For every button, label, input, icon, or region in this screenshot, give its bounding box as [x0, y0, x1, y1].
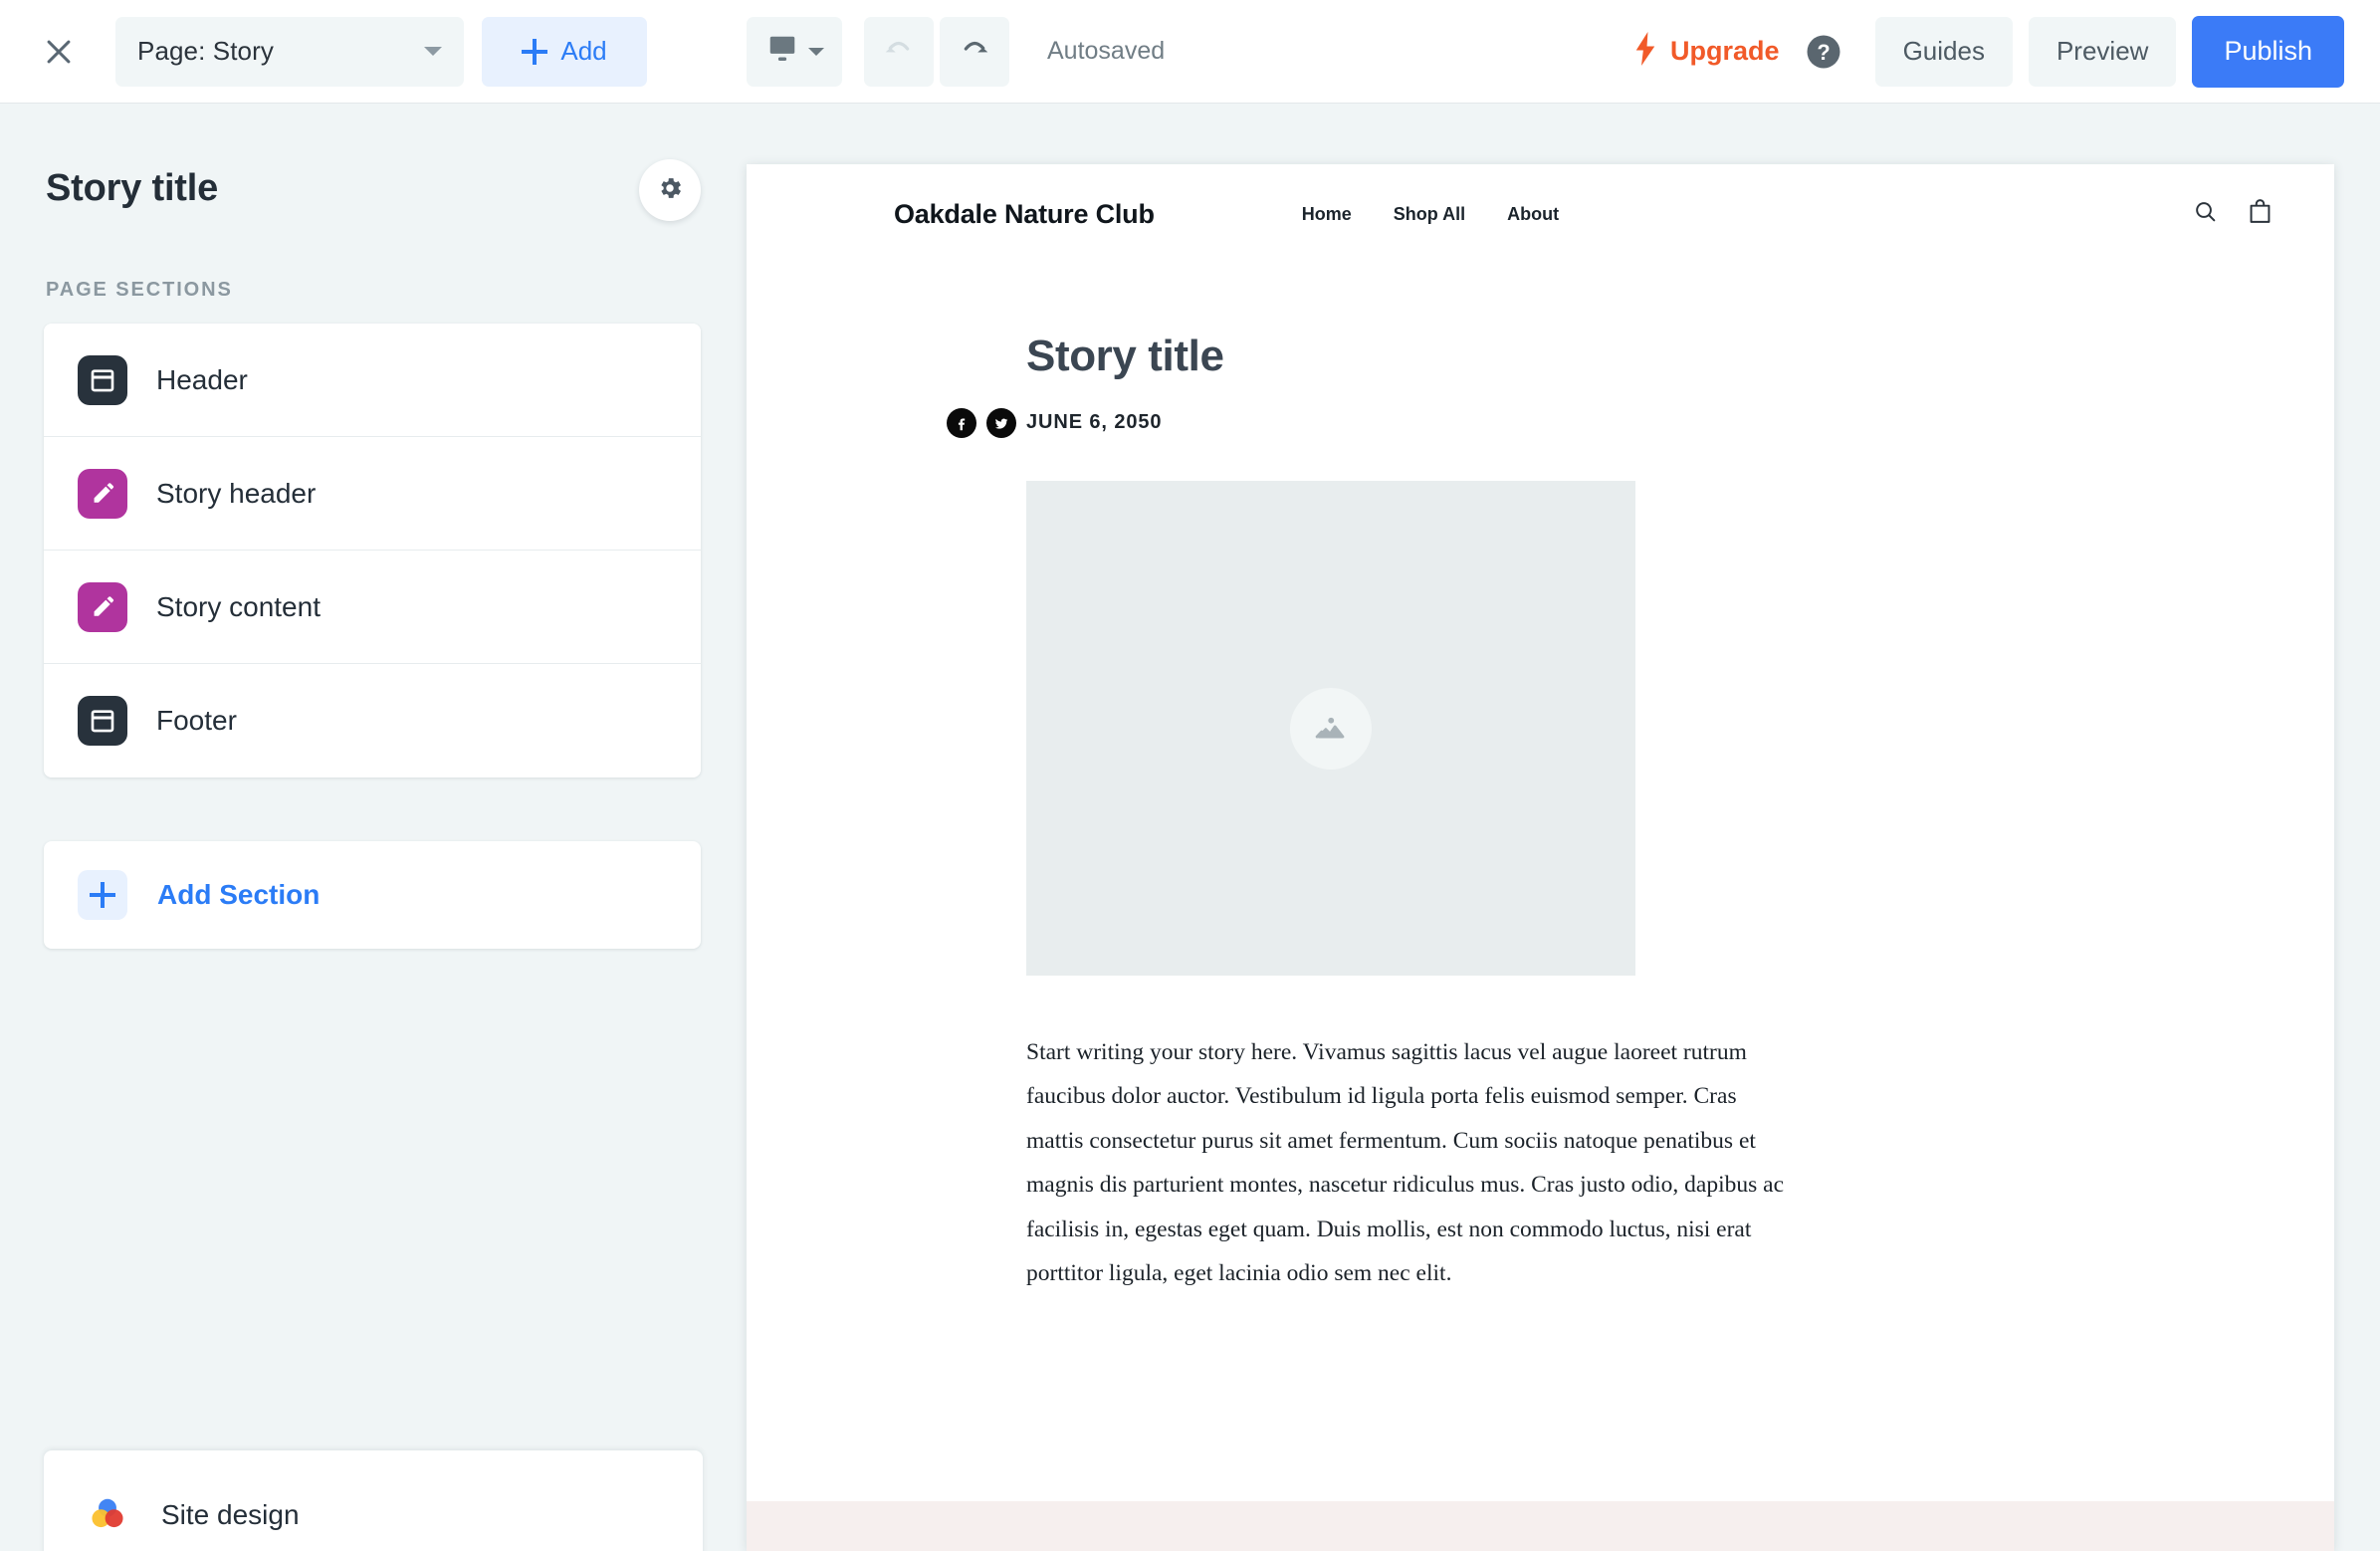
site-design-label: Site design	[161, 1499, 300, 1530]
pencil-edit-icon	[78, 468, 127, 519]
story-article: Story title JUNE 6, 2050 Start writing y…	[747, 264, 2334, 1295]
facebook-icon[interactable]	[947, 407, 976, 438]
twitter-icon[interactable]	[986, 407, 1016, 438]
sidebar-item-label: Footer	[156, 705, 237, 736]
undo-arrow-icon	[881, 33, 917, 70]
sidebar-header: Story title	[0, 104, 747, 221]
image-placeholder-icon	[1290, 687, 1372, 770]
close-editor-button[interactable]	[40, 33, 78, 71]
sidebar-item-header[interactable]: Header	[44, 324, 701, 437]
toolbar-right-group: Upgrade ? Guides Preview Publish	[1632, 15, 2380, 88]
preview-canvas: Oakdale Nature Club Home Shop All About	[747, 104, 2380, 1551]
site-nav: Home Shop All About	[1302, 204, 1559, 225]
pencil-edit-icon	[78, 581, 127, 632]
color-circles-icon	[88, 1493, 127, 1538]
chevron-down-icon	[424, 47, 442, 56]
redo-arrow-icon	[957, 33, 992, 70]
device-selector[interactable]	[747, 16, 842, 87]
sidebar-item-label: Story content	[156, 590, 321, 622]
site-preview-frame: Oakdale Nature Club Home Shop All About	[747, 164, 2334, 1551]
story-date: JUNE 6, 2050	[1026, 411, 1163, 433]
desktop-monitor-icon	[765, 34, 799, 69]
story-image-placeholder[interactable]	[1026, 481, 1635, 976]
top-toolbar: Page: Story Add Autosaved Upgrade ? Guid…	[0, 0, 2380, 104]
publish-button[interactable]: Publish	[2192, 15, 2344, 88]
page-settings-button[interactable]	[639, 159, 701, 221]
gear-icon	[656, 174, 684, 207]
editor-sidebar: Story title PAGE SECTIONS Header Story h…	[0, 104, 747, 1551]
sidebar-item-story-header[interactable]: Story header	[44, 437, 701, 551]
sidebar-item-label: Header	[156, 363, 248, 395]
upgrade-button[interactable]: Upgrade	[1632, 32, 1780, 71]
story-body-text[interactable]: Start writing your story here. Vivamus s…	[1026, 1030, 1793, 1295]
site-logo: Oakdale Nature Club	[894, 198, 1155, 229]
guides-button[interactable]: Guides	[1874, 16, 2013, 87]
close-icon	[42, 35, 76, 69]
story-title[interactable]: Story title	[1026, 332, 2334, 381]
site-header-icons	[2193, 198, 2272, 230]
page-selector[interactable]: Page: Story	[115, 16, 464, 87]
site-footer-band	[747, 1501, 2334, 1551]
layout-header-icon	[78, 354, 127, 405]
svg-text:?: ?	[1817, 40, 1830, 65]
sidebar-item-label: Story header	[156, 477, 317, 509]
page-title: Story title	[46, 167, 219, 209]
help-question-icon: ?	[1806, 35, 1841, 74]
page-sections-header: PAGE SECTIONS	[46, 279, 233, 301]
add-button-label: Add	[560, 36, 607, 66]
search-icon[interactable]	[2193, 199, 2218, 229]
preview-button[interactable]: Preview	[2028, 16, 2177, 87]
help-button[interactable]: ?	[1806, 34, 1841, 70]
plus-icon	[78, 870, 127, 920]
plus-icon	[522, 38, 548, 65]
sidebar-item-story-content[interactable]: Story content	[44, 551, 701, 664]
add-button[interactable]: Add	[482, 16, 647, 87]
shopping-bag-icon[interactable]	[2248, 198, 2272, 230]
add-section-button[interactable]: Add Section	[44, 841, 701, 949]
redo-button[interactable]	[940, 16, 1009, 87]
lightning-bolt-icon	[1632, 32, 1658, 71]
upgrade-label: Upgrade	[1670, 36, 1780, 66]
add-section-label: Add Section	[157, 879, 321, 910]
page-sections-list: Header Story header Story content Footer	[44, 324, 701, 777]
story-meta: JUNE 6, 2050	[947, 407, 2334, 438]
site-header[interactable]: Oakdale Nature Club Home Shop All About	[747, 164, 2334, 264]
nav-link-home[interactable]: Home	[1302, 204, 1352, 225]
undo-button[interactable]	[864, 16, 934, 87]
site-design-button[interactable]: Site design	[44, 1450, 703, 1551]
sidebar-item-footer[interactable]: Footer	[44, 664, 701, 777]
layout-footer-icon	[78, 696, 127, 746]
chevron-down-icon	[807, 47, 824, 56]
autosave-status: Autosaved	[1047, 37, 1166, 65]
page-selector-label: Page: Story	[137, 36, 274, 66]
nav-link-shop-all[interactable]: Shop All	[1394, 204, 1465, 225]
nav-link-about[interactable]: About	[1507, 204, 1559, 225]
social-share-group	[947, 407, 1016, 438]
